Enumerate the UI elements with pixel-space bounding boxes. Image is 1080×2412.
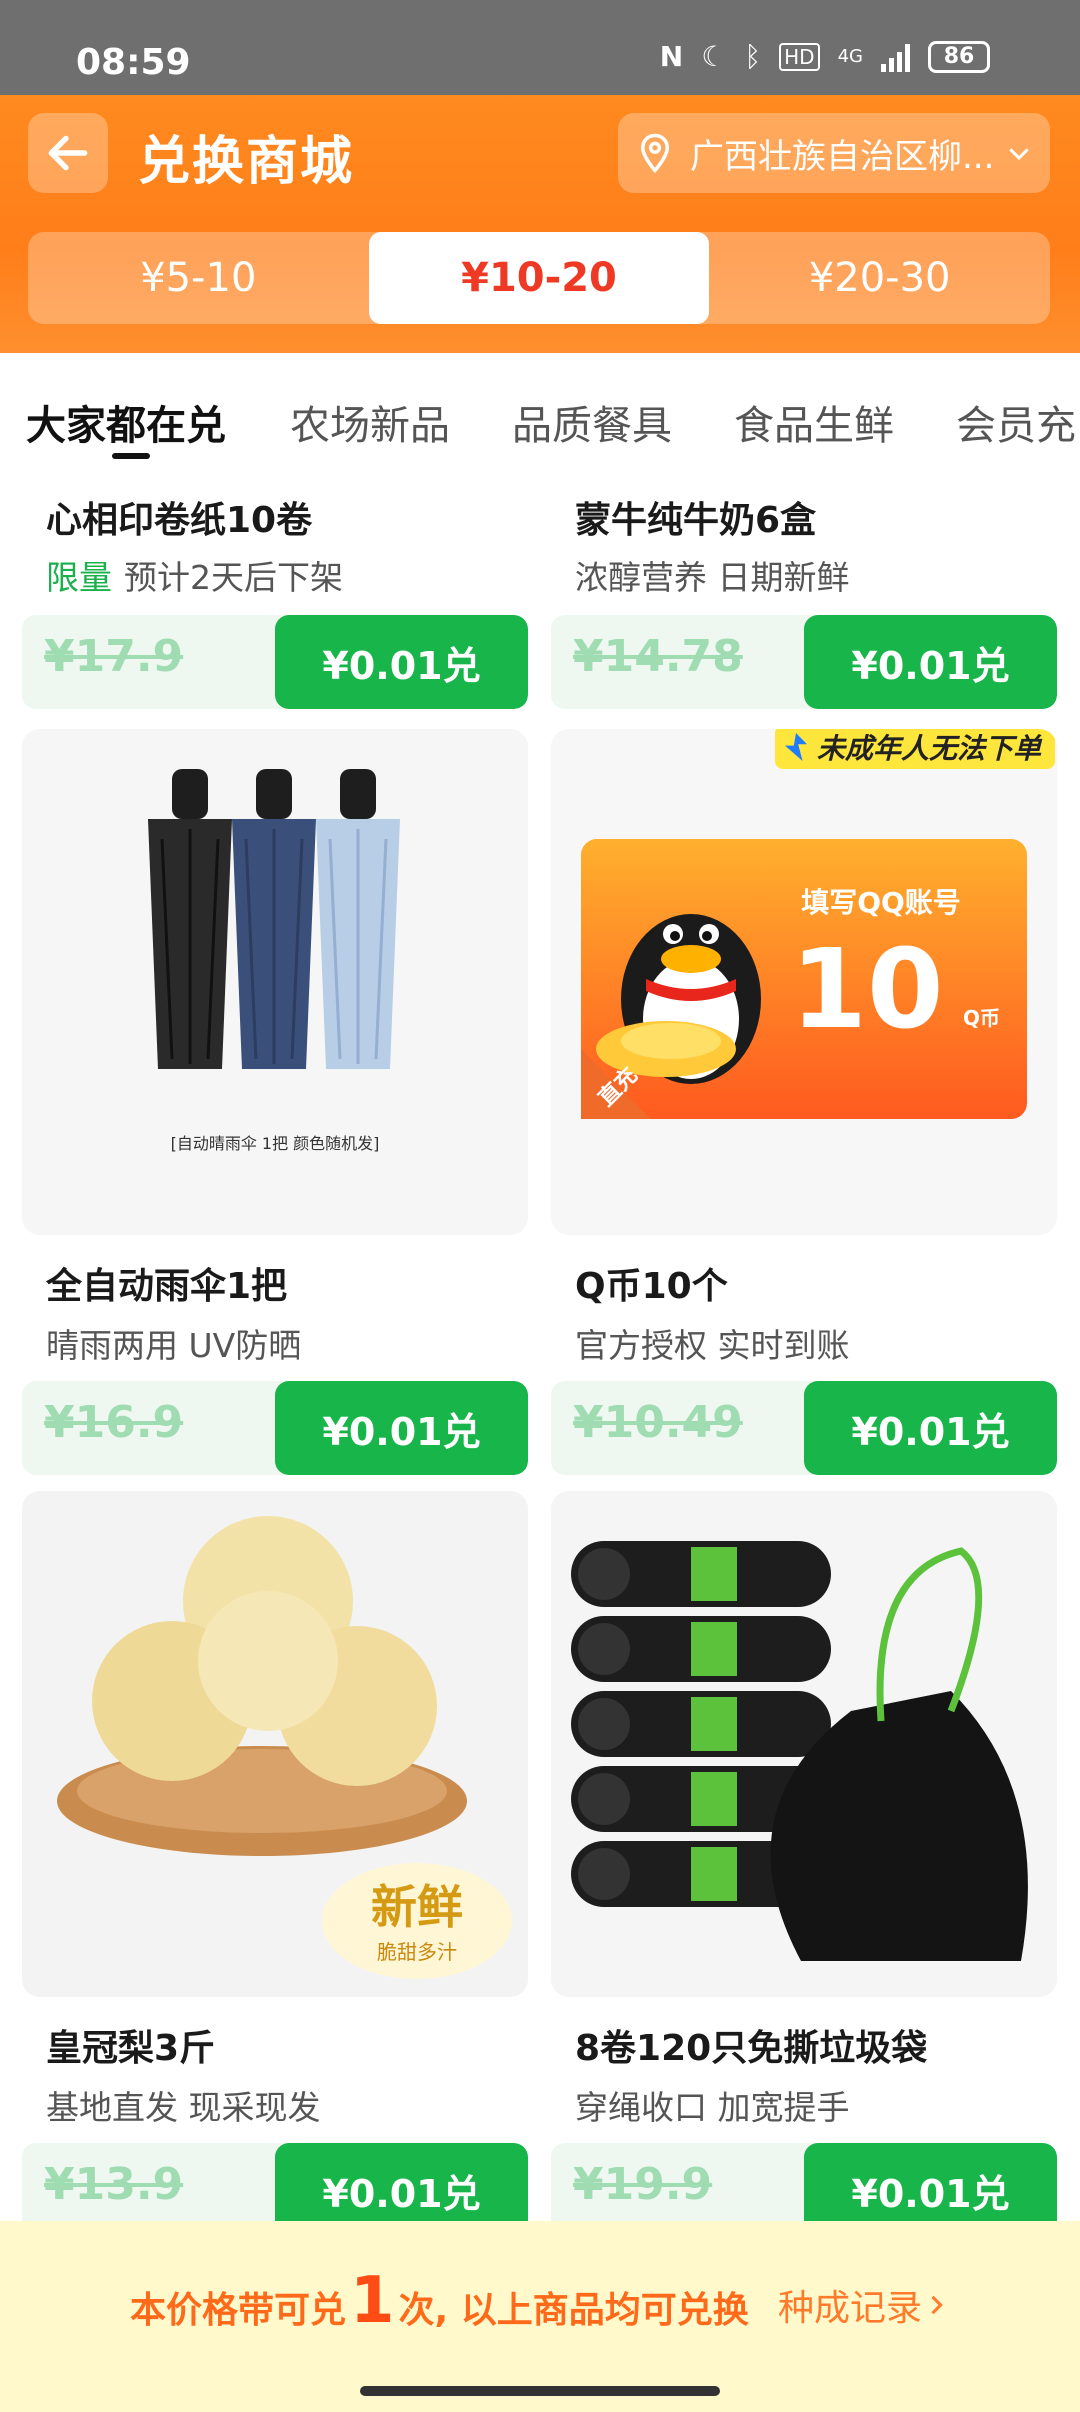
exchange-button[interactable]: ¥0.01兑 bbox=[275, 2143, 528, 2221]
exchange-count-message: 本价格带可兑 1 次, 以上商品均可兑换 bbox=[130, 2264, 749, 2338]
product-card[interactable]: 蒙牛纯牛奶6盒 浓醇营养 日期新鲜 ¥14.78 ¥0.01兑 bbox=[551, 481, 1057, 711]
exchange-info-footer: 本价格带可兑 1 次, 以上商品均可兑换 种成记录 bbox=[0, 2221, 1080, 2412]
signal-icon bbox=[881, 42, 910, 72]
limited-tag: 限量 bbox=[46, 558, 112, 597]
price-bar: ¥10.49 ¥0.01兑 bbox=[551, 1381, 1057, 1475]
status-time: 08:59 bbox=[76, 42, 191, 83]
product-card[interactable]: 心相印卷纸10卷 限量 预计2天后下架 ¥17.9 ¥0.01兑 bbox=[22, 481, 528, 711]
product-name: 蒙牛纯牛奶6盒 bbox=[575, 500, 817, 541]
qq-card-caption: 填写QQ账号 bbox=[801, 886, 961, 919]
page-title: 兑换商城 bbox=[138, 132, 355, 192]
location-pin-icon bbox=[640, 133, 670, 174]
product-name: 8卷120只免撕垃圾袋 bbox=[575, 2028, 928, 2069]
tab-farm-new[interactable]: 农场新品 bbox=[290, 393, 450, 451]
price-tab-20-30[interactable]: ¥20-30 bbox=[709, 232, 1050, 324]
pears-image: 新鲜 脆甜多汁 bbox=[22, 1491, 528, 1997]
battery-icon: 86 bbox=[928, 40, 990, 73]
product-name: Q币10个 bbox=[575, 1266, 728, 1307]
product-image-pears: 新鲜 脆甜多汁 bbox=[22, 1491, 528, 1997]
product-desc: 穿绳收口 加宽提手 bbox=[575, 2088, 850, 2127]
hd-icon: HD bbox=[779, 42, 820, 71]
product-card[interactable]: 新鲜 脆甜多汁 皇冠梨3斤 基地直发 现采现发 ¥13.9 ¥0.01兑 bbox=[22, 1491, 528, 2221]
exchange-button[interactable]: ¥0.01兑 bbox=[804, 615, 1057, 709]
product-name: 皇冠梨3斤 bbox=[46, 2028, 216, 2069]
tab-membership[interactable]: 会员充 bbox=[956, 393, 1076, 451]
price-bar: ¥17.9 ¥0.01兑 bbox=[22, 615, 528, 709]
qq-coin-card-image: 直充 填写QQ账号 10 Q币 bbox=[551, 729, 1057, 1235]
header: 兑换商城 广西壮族自治区柳... ¥5-10 ¥10-20 ¥20-30 bbox=[0, 95, 1080, 353]
back-arrow-icon bbox=[48, 135, 88, 171]
minor-restriction-badge: 未成年人无法下单 bbox=[774, 729, 1055, 769]
original-price: ¥17.9 bbox=[44, 631, 184, 682]
chevron-down-icon bbox=[1009, 148, 1030, 161]
exchange-button[interactable]: ¥0.01兑 bbox=[275, 1381, 528, 1475]
tab-fresh-food[interactable]: 食品生鲜 bbox=[734, 393, 894, 451]
product-desc: 官方授权 实时到账 bbox=[575, 1326, 850, 1365]
product-desc: 浓醇营养 日期新鲜 bbox=[575, 558, 850, 597]
product-name: 全自动雨伞1把 bbox=[46, 1266, 288, 1307]
price-bar: ¥16.9 ¥0.01兑 bbox=[22, 1381, 528, 1475]
home-indicator[interactable] bbox=[360, 2386, 720, 2396]
network-label: 4G bbox=[837, 46, 863, 67]
price-bar: ¥13.9 ¥0.01兑 bbox=[22, 2143, 528, 2221]
nfc-icon: N bbox=[659, 40, 684, 73]
umbrella-image: [自动晴雨伞 1把 颜色随机发] bbox=[22, 729, 528, 1235]
price-range-tabs: ¥5-10 ¥10-20 ¥20-30 bbox=[28, 232, 1050, 324]
product-grid: 心相印卷纸10卷 限量 预计2天后下架 ¥17.9 ¥0.01兑 蒙牛纯牛奶6盒 … bbox=[0, 481, 1080, 2221]
status-bar: 08:59 N ☾ ᛒ HD 4G 86 bbox=[0, 0, 1080, 95]
product-card[interactable]: 直充 填写QQ账号 10 Q币 未成年人无法下单 Q币10个 官方授权 实时到账… bbox=[551, 729, 1057, 1475]
planting-record-link[interactable]: 种成记录 bbox=[778, 2279, 950, 2331]
price-tab-5-10[interactable]: ¥5-10 bbox=[28, 232, 369, 324]
price-bar: ¥14.78 ¥0.01兑 bbox=[551, 615, 1057, 709]
location-selector[interactable]: 广西壮族自治区柳... bbox=[618, 113, 1050, 193]
bluetooth-icon: ᛒ bbox=[744, 40, 762, 73]
product-name: 心相印卷纸10卷 bbox=[46, 500, 313, 541]
chevron-right-icon bbox=[931, 2295, 943, 2315]
original-price: ¥14.78 bbox=[573, 631, 743, 682]
qq-card-amount: 10 bbox=[790, 925, 943, 1053]
product-card[interactable]: [自动晴雨伞 1把 颜色随机发] 全自动雨伞1把 晴雨两用 UV防晒 ¥16.9… bbox=[22, 729, 528, 1475]
fresh-badge-title: 新鲜 bbox=[371, 1880, 463, 1934]
product-desc: 基地直发 现采现发 bbox=[46, 2088, 321, 2127]
back-button[interactable] bbox=[28, 113, 108, 193]
exchange-button[interactable]: ¥0.01兑 bbox=[804, 1381, 1057, 1475]
price-bar: ¥19.9 ¥0.01兑 bbox=[551, 2143, 1057, 2221]
location-label: 广西壮族自治区柳... bbox=[690, 136, 995, 177]
category-tabs: 大家都在兑 农场新品 品质餐具 食品生鲜 会员充 bbox=[0, 353, 1080, 481]
exchange-button[interactable]: ¥0.01兑 bbox=[804, 2143, 1057, 2221]
product-card[interactable]: 8卷120只免撕垃圾袋 穿绳收口 加宽提手 ¥19.9 ¥0.01兑 bbox=[551, 1491, 1057, 2221]
product-desc: 限量 预计2天后下架 bbox=[46, 558, 343, 597]
trash-bags-image bbox=[551, 1491, 1057, 1997]
fresh-badge-sub: 脆甜多汁 bbox=[377, 1940, 457, 1964]
qq-card-unit: Q币 bbox=[963, 1006, 1000, 1030]
exchange-count: 1 bbox=[350, 2264, 395, 2338]
moon-icon: ☾ bbox=[701, 40, 727, 73]
product-image-qcoin: 直充 填写QQ账号 10 Q币 未成年人无法下单 bbox=[551, 729, 1057, 1235]
active-tab-indicator bbox=[112, 453, 150, 459]
product-image-umbrella: [自动晴雨伞 1把 颜色随机发] bbox=[22, 729, 528, 1235]
original-price: ¥19.9 bbox=[573, 2159, 713, 2210]
original-price: ¥10.49 bbox=[573, 1397, 743, 1448]
original-price: ¥16.9 bbox=[44, 1397, 184, 1448]
product-desc: 晴雨两用 UV防晒 bbox=[46, 1326, 302, 1365]
tab-popular[interactable]: 大家都在兑 bbox=[26, 393, 226, 451]
price-tab-10-20[interactable]: ¥10-20 bbox=[368, 232, 710, 324]
product-image-trash-bags bbox=[551, 1491, 1057, 1997]
exchange-button[interactable]: ¥0.01兑 bbox=[275, 615, 528, 709]
original-price: ¥13.9 bbox=[44, 2159, 184, 2210]
umbrella-caption: [自动晴雨伞 1把 颜色随机发] bbox=[171, 1134, 380, 1153]
tab-tableware[interactable]: 品质餐具 bbox=[512, 393, 672, 451]
status-icons: N ☾ ᛒ HD 4G 86 bbox=[660, 40, 990, 73]
